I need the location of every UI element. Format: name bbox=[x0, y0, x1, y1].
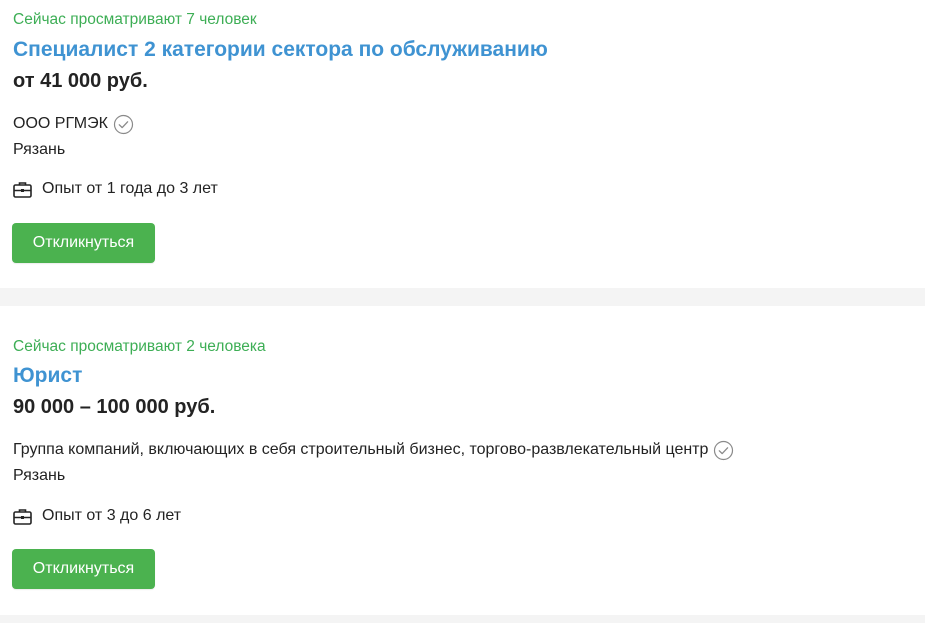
briefcase-icon bbox=[13, 181, 32, 198]
check-circle-icon bbox=[714, 440, 734, 460]
company-row: ООО РГМЭК bbox=[13, 113, 134, 135]
company-name-link[interactable]: ООО РГМЭК bbox=[13, 113, 108, 135]
vacancy-card: Сейчас просматривают 7 человек Специалис… bbox=[0, 0, 925, 288]
company-row: Группа компаний, включающих в себя строи… bbox=[13, 439, 734, 461]
vacancy-salary: 90 000 – 100 000 руб. bbox=[13, 396, 216, 418]
vacancy-salary: от 41 000 руб. bbox=[13, 70, 148, 92]
company-name-link[interactable]: Группа компаний, включающих в себя строи… bbox=[13, 439, 708, 461]
apply-button[interactable]: Откликнуться bbox=[12, 549, 155, 589]
vacancy-city: Рязань bbox=[13, 467, 66, 484]
viewers-count: Сейчас просматривают 2 человека bbox=[13, 338, 266, 355]
vacancy-title-link[interactable]: Специалист 2 категории сектора по обслуж… bbox=[13, 37, 548, 63]
apply-button[interactable]: Откликнуться bbox=[12, 223, 155, 263]
experience-text: Опыт от 3 до 6 лет bbox=[42, 507, 182, 524]
experience-row: Опыт от 1 года до 3 лет bbox=[13, 178, 218, 200]
check-circle-icon bbox=[113, 114, 134, 134]
experience-text: Опыт от 1 года до 3 лет bbox=[42, 180, 218, 197]
viewers-count: Сейчас просматривают 7 человек bbox=[13, 11, 257, 28]
vacancy-city: Рязань bbox=[13, 141, 66, 158]
experience-row: Опыт от 3 до 6 лет bbox=[13, 505, 181, 527]
briefcase-icon bbox=[13, 508, 32, 525]
vacancy-title-link[interactable]: Юрист bbox=[13, 363, 82, 389]
vacancy-card: Сейчас просматривают 2 человека Юрист 90… bbox=[0, 306, 925, 615]
